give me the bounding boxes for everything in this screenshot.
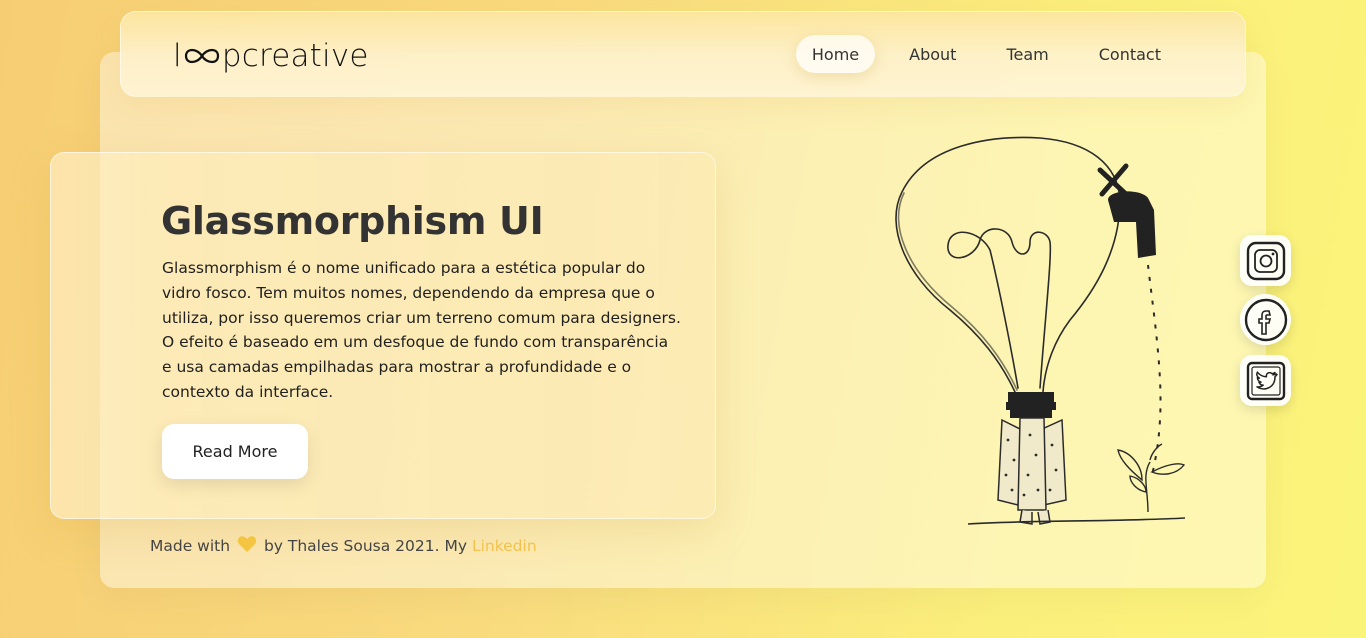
hero-title: Glassmorphism UI <box>161 199 544 243</box>
logo-text-prefix: l <box>173 38 182 74</box>
lightbulb-faucet-illustration <box>895 136 1186 525</box>
brand-logo[interactable]: l pcreative <box>173 36 369 76</box>
linkedin-link[interactable]: Linkedin <box>472 537 537 555</box>
footer-prefix: Made with <box>150 537 231 555</box>
hero-description: Glassmorphism é o nome unificado para a … <box>162 259 681 401</box>
footer-credit: Made with by Thales Sousa 2021. My Linke… <box>150 535 537 555</box>
infinity-logo-icon <box>184 48 219 64</box>
nav-item-home[interactable]: Home <box>795 35 876 73</box>
twitter-icon <box>1246 361 1285 400</box>
footer-suffix: by Thales Sousa 2021. My <box>263 537 468 555</box>
instagram-icon <box>1246 241 1285 280</box>
instagram-button[interactable] <box>1240 235 1291 286</box>
nav-item-contact[interactable]: Contact <box>1083 35 1177 73</box>
navbar: l pcreative Home About Team Contact <box>120 11 1246 97</box>
nav-item-team[interactable]: Team <box>990 35 1064 73</box>
hero-glass-card: Glassmorphism UI Glassmorphism é o nome … <box>50 152 716 519</box>
read-more-button[interactable]: Read More <box>162 424 308 479</box>
twitter-button[interactable] <box>1240 355 1291 406</box>
heart-icon <box>237 536 257 552</box>
facebook-icon <box>1244 298 1287 341</box>
main-nav: Home About Team Contact <box>778 35 1177 73</box>
logo-text-suffix: pcreative <box>221 38 369 74</box>
facebook-button[interactable] <box>1240 294 1291 345</box>
nav-item-about[interactable]: About <box>893 35 972 73</box>
